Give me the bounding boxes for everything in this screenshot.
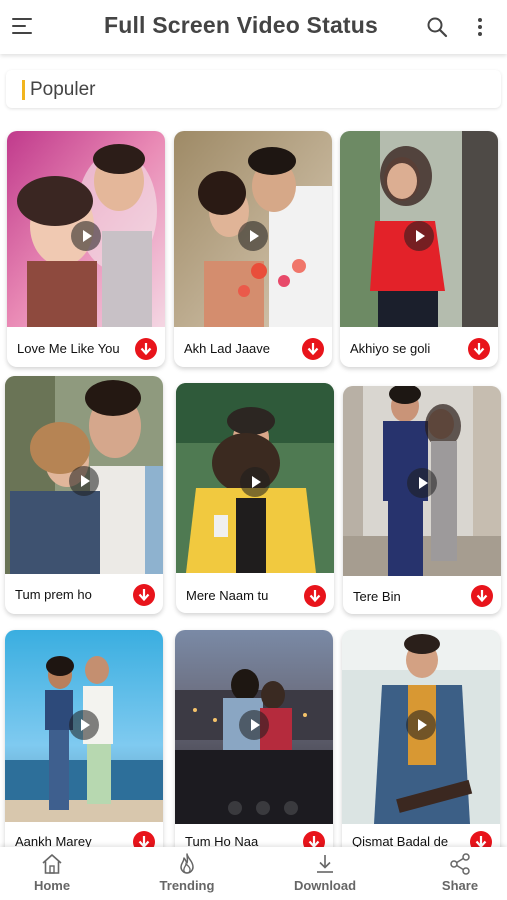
download-icon[interactable] — [471, 585, 493, 607]
section-title: Populer — [30, 79, 96, 100]
download-icon[interactable] — [302, 338, 324, 360]
download-icon[interactable] — [133, 584, 155, 606]
nav-download[interactable]: Download — [275, 847, 375, 900]
video-card[interactable]: Akhiyo se goli — [340, 131, 498, 367]
play-icon[interactable] — [239, 710, 269, 740]
video-title: Akhiyo se goli — [350, 341, 431, 356]
play-icon[interactable] — [407, 468, 437, 498]
search-icon[interactable] — [426, 16, 448, 38]
download-icon[interactable] — [135, 338, 157, 360]
video-card[interactable]: Love Me Like You — [7, 131, 165, 367]
video-title: Love Me Like You — [17, 341, 120, 356]
app-title: Full Screen Video Status — [103, 12, 379, 38]
video-title: Tere Bin — [353, 589, 401, 604]
video-title: Mere Naam tu — [186, 588, 269, 603]
nav-home-label: Home — [33, 878, 71, 893]
video-card[interactable]: Akh Lad Jaave — [174, 131, 332, 367]
play-icon[interactable] — [406, 710, 436, 740]
play-icon[interactable] — [240, 467, 270, 497]
video-card[interactable]: Mere Naam tu — [176, 383, 334, 613]
flame-icon — [180, 853, 194, 874]
nav-share-label: Share — [441, 878, 479, 893]
home-icon — [42, 854, 62, 874]
video-card[interactable]: Qismat Badal de — [342, 630, 500, 870]
video-card[interactable]: Tum prem ho — [5, 376, 163, 614]
play-icon[interactable] — [69, 710, 99, 740]
nav-home[interactable]: Home — [2, 847, 102, 900]
video-card[interactable]: Tum Ho Naa — [175, 630, 333, 870]
nav-trending-label: Trending — [159, 878, 215, 893]
play-icon[interactable] — [69, 466, 99, 496]
video-card[interactable]: Tere Bin — [343, 386, 501, 614]
bottom-navigation: Home Trending Download Share — [0, 847, 507, 900]
download-icon — [317, 855, 333, 873]
play-icon[interactable] — [404, 221, 434, 251]
more-vertical-icon[interactable] — [472, 15, 488, 39]
play-icon[interactable] — [238, 221, 268, 251]
nav-download-label: Download — [293, 878, 357, 893]
app-bar: Full Screen Video Status — [0, 0, 507, 54]
video-title: Akh Lad Jaave — [184, 341, 271, 356]
nav-trending[interactable]: Trending — [137, 847, 237, 900]
download-icon[interactable] — [468, 338, 490, 360]
download-icon[interactable] — [304, 585, 326, 607]
share-icon — [450, 853, 470, 875]
section-accent-bar — [22, 80, 25, 100]
video-card[interactable]: Aankh Marey — [5, 630, 163, 870]
video-title: Tum prem ho — [15, 587, 92, 602]
play-icon[interactable] — [71, 221, 101, 251]
nav-share[interactable]: Share — [410, 847, 507, 900]
section-header: Populer — [6, 70, 501, 108]
